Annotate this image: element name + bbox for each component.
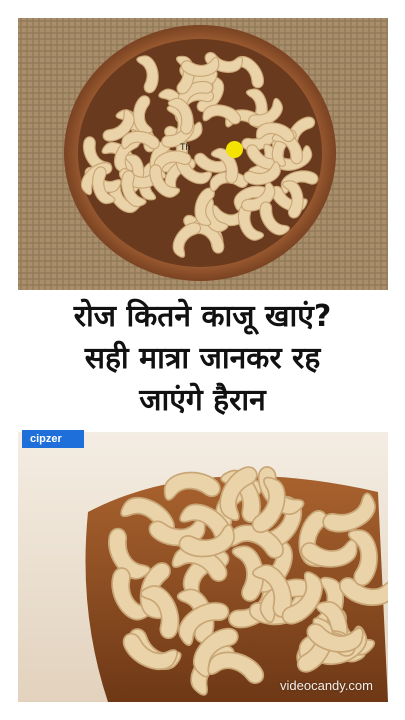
cipzer-logo-badge: cipzer [22, 430, 84, 448]
headline-line-2: सही मात्रा जानकर रह [84, 341, 321, 376]
top-cashew-photo [18, 18, 388, 290]
th-mark: Th [180, 142, 191, 152]
cursor-dot [226, 141, 243, 158]
headline-line-3: जाएंगे हैरान [139, 383, 266, 418]
bottom-cashew-photo [18, 432, 388, 702]
headline-line-1: रोज कितने काजू खाएं? [73, 299, 332, 334]
videocandy-watermark: videocandy.com [280, 678, 373, 693]
headline: रोज कितने काजू खाएं? सही मात्रा जानकर रह… [0, 296, 405, 422]
